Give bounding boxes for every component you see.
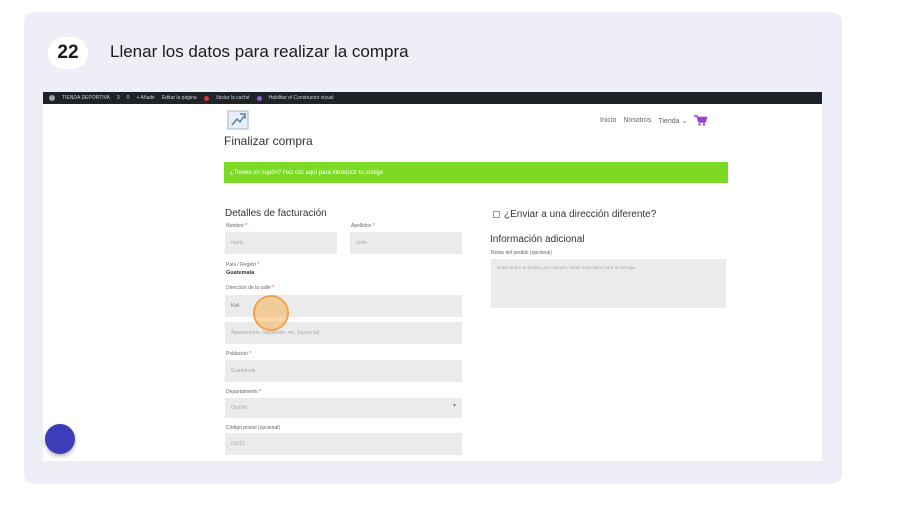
required-mark: * bbox=[372, 223, 375, 229]
first-name-label-text: Nombre bbox=[226, 223, 244, 229]
click-indicator bbox=[253, 295, 289, 331]
floating-action-button[interactable] bbox=[45, 424, 75, 454]
last-name-label: Apellidos * bbox=[351, 223, 375, 229]
order-notes-placeholder: Notas sobre tu pedido, por ejemplo, nota… bbox=[497, 265, 636, 270]
department-label-text: Departamento bbox=[226, 389, 258, 395]
admin-bar-updates[interactable]: 3 bbox=[117, 95, 120, 101]
site-logo[interactable] bbox=[227, 110, 249, 130]
screenshot-frame: TIENDA DEPORTIVA 3 0 + Añadir Editar la … bbox=[43, 92, 822, 461]
street-label-text: Dirección de la calle bbox=[226, 285, 271, 291]
department-label: Departamento * bbox=[226, 389, 261, 395]
street-label: Dirección de la calle * bbox=[226, 285, 274, 291]
chevron-down-icon: ▾ bbox=[452, 403, 456, 409]
nav-nosotros[interactable]: Nosotros bbox=[623, 117, 651, 124]
site-nav: Inicio Nosotros Tienda ⌄ bbox=[600, 115, 708, 126]
admin-bar-visual-builder[interactable]: Habilitar el Constructor visual bbox=[269, 95, 334, 101]
admin-bar-clear-cache[interactable]: Vaciar la caché bbox=[216, 95, 250, 101]
first-name-field[interactable]: mario bbox=[225, 232, 337, 254]
step-title: Llenar los datos para realizar la compra bbox=[110, 42, 409, 61]
admin-bar-edit-page[interactable]: Editar la página bbox=[162, 95, 197, 101]
coupon-notice[interactable]: ¿Tienes un cupón? Haz clic aquí para int… bbox=[224, 162, 728, 183]
required-mark: * bbox=[245, 223, 248, 229]
ship-different-label[interactable]: ¿Enviar a una dirección diferente? bbox=[504, 209, 656, 220]
ship-different-option[interactable]: ¿Enviar a una dirección diferente? bbox=[493, 209, 656, 220]
city-value: Guatemala bbox=[231, 368, 256, 374]
wordpress-icon[interactable] bbox=[49, 95, 55, 101]
city-label: Población * bbox=[226, 351, 251, 357]
step-number-badge: 22 bbox=[48, 37, 88, 69]
admin-bar-site-name[interactable]: TIENDA DEPORTIVA bbox=[62, 95, 110, 101]
required-mark: * bbox=[257, 262, 260, 268]
divi-icon bbox=[256, 95, 262, 101]
page-title: Finalizar compra bbox=[224, 134, 313, 148]
coupon-notice-text[interactable]: ¿Tienes un cupón? Haz clic aquí para int… bbox=[230, 170, 383, 176]
first-name-label: Nombre * bbox=[226, 223, 247, 229]
order-notes-label: Notas del pedido (opcional) bbox=[491, 250, 552, 256]
required-mark: * bbox=[272, 285, 275, 291]
country-label-text: País / Región bbox=[226, 262, 257, 268]
cache-status-icon bbox=[203, 95, 209, 101]
nav-tienda[interactable]: Tienda ⌄ bbox=[658, 117, 687, 125]
admin-bar-comments[interactable]: 0 bbox=[127, 95, 130, 101]
city-field[interactable]: Guatemala bbox=[225, 360, 462, 382]
cart-icon[interactable] bbox=[694, 115, 708, 126]
order-notes-textarea[interactable]: Notas sobre tu pedido, por ejemplo, nota… bbox=[491, 259, 726, 308]
nav-inicio[interactable]: Inicio bbox=[600, 117, 616, 124]
street-value: Kiel bbox=[231, 303, 240, 309]
wp-admin-bar: TIENDA DEPORTIVA 3 0 + Añadir Editar la … bbox=[43, 92, 822, 104]
apartment-placeholder: Apartamento, habitación, etc. (opcional) bbox=[231, 330, 320, 336]
first-name-value: mario bbox=[231, 240, 244, 246]
billing-title: Detalles de facturación bbox=[225, 208, 327, 219]
admin-bar-add-new[interactable]: + Añadir bbox=[136, 95, 155, 101]
city-label-text: Población bbox=[226, 351, 248, 357]
postcode-value: 01012 bbox=[231, 441, 245, 447]
postcode-field[interactable]: 01012 bbox=[225, 433, 462, 455]
last-name-field[interactable]: pinto bbox=[350, 232, 462, 254]
additional-info-title: Información adicional bbox=[490, 234, 585, 245]
country-label: País / Región * bbox=[226, 262, 259, 268]
department-select[interactable]: Quiché ▾ bbox=[225, 398, 462, 418]
country-value: Guatemala bbox=[226, 270, 255, 276]
last-name-value: pinto bbox=[356, 240, 367, 246]
last-name-label-text: Apellidos bbox=[351, 223, 372, 229]
postcode-label: Código postal (opcional) bbox=[226, 425, 280, 431]
ship-different-checkbox[interactable] bbox=[493, 211, 500, 218]
required-mark: * bbox=[259, 389, 262, 395]
department-value: Quiché bbox=[231, 405, 247, 411]
required-mark: * bbox=[249, 351, 252, 357]
